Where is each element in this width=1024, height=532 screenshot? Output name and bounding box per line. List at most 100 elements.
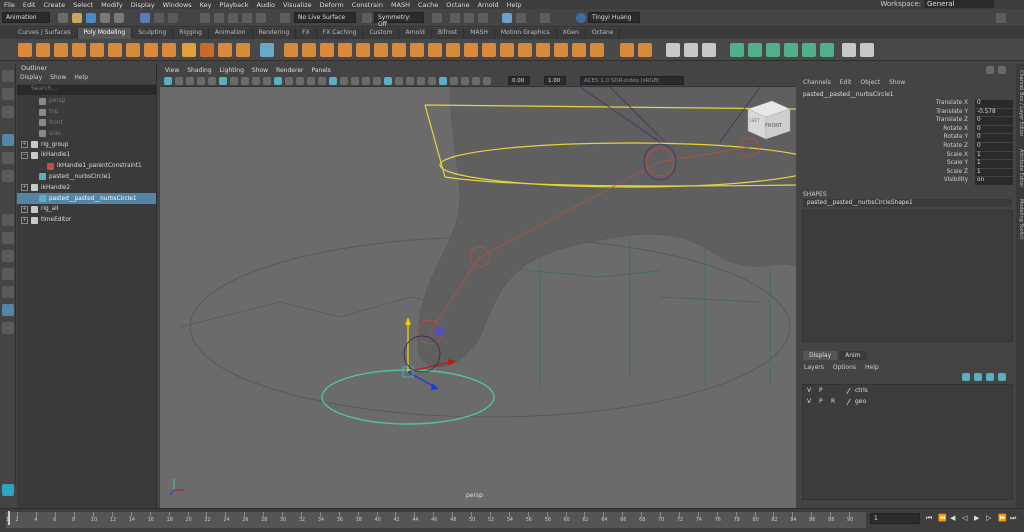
layer-v-toggle[interactable]: V <box>807 398 813 405</box>
viewport-scene[interactable]: FRONT LEFT persp <box>160 87 796 508</box>
poly-plane-icon[interactable] <box>108 43 122 57</box>
poly-platonic-icon[interactable] <box>144 43 158 57</box>
attribute-value-field[interactable]: 0 <box>975 143 1013 151</box>
render-frame-icon[interactable] <box>450 13 460 23</box>
rotate-tool-icon[interactable] <box>2 152 14 164</box>
viewport-toolbar-icon[interactable] <box>307 77 315 85</box>
attribute-value-field[interactable]: 0 <box>975 117 1013 125</box>
menu-visualize[interactable]: Visualize <box>279 1 316 9</box>
layer-color-swatch[interactable] <box>841 398 851 405</box>
viewport-toolbar-icon[interactable] <box>230 77 238 85</box>
channel-box-settings-icon[interactable] <box>986 66 994 74</box>
snap-point-icon[interactable] <box>228 13 238 23</box>
redo-icon[interactable] <box>114 13 124 23</box>
menu-mash[interactable]: MASH <box>387 1 414 9</box>
viewport-toolbar-icon[interactable] <box>450 77 458 85</box>
viewport-toolbar-icon[interactable] <box>318 77 326 85</box>
poly-sphere-icon[interactable] <box>18 43 32 57</box>
viewport-toolbar-icon[interactable] <box>296 77 304 85</box>
node-editor-layout-icon[interactable] <box>2 322 14 334</box>
type-icon[interactable] <box>218 43 232 57</box>
shelf-tab-rendering[interactable]: Rendering <box>253 28 297 39</box>
live-surface-field[interactable]: No Live Surface <box>294 12 356 23</box>
channel-box-menu-show[interactable]: Show <box>889 79 905 86</box>
viewport-toolbar-icon[interactable] <box>351 77 359 85</box>
soft-select-icon[interactable] <box>842 43 856 57</box>
viewport-toolbar-icon[interactable] <box>252 77 260 85</box>
play-forward-icon[interactable]: ▶ <box>974 514 983 523</box>
menu-edit[interactable]: Edit <box>19 1 40 9</box>
snap-grid-icon[interactable] <box>200 13 210 23</box>
shape-node-item[interactable]: pasted__pasted__nurbsCircleShape1 <box>803 199 1012 207</box>
side-tab-attribute-editor[interactable]: Attribute Editor <box>1016 149 1024 187</box>
menu-select[interactable]: Select <box>69 1 97 9</box>
attribute-value-field[interactable]: 1 <box>975 151 1013 160</box>
camera-based-uv-icon[interactable] <box>802 43 816 57</box>
paint-select-icon[interactable] <box>2 106 14 118</box>
channel-box-menu-object[interactable]: Object <box>860 79 880 86</box>
expand-toggle-icon[interactable]: + <box>21 205 28 213</box>
cylindrical-uv-icon[interactable] <box>748 43 762 57</box>
viewport-toolbar-icon[interactable] <box>483 77 491 85</box>
select-hierarchy-icon[interactable] <box>140 13 150 23</box>
shelf-tab-custom[interactable]: Custom <box>363 28 400 39</box>
bevel-icon[interactable] <box>410 43 424 57</box>
viewport-toolbar-icon[interactable] <box>274 77 282 85</box>
collapse-icon[interactable] <box>482 43 496 57</box>
bridge-icon[interactable] <box>392 43 406 57</box>
extrude-icon[interactable] <box>374 43 388 57</box>
sweep-mesh-icon[interactable] <box>200 43 214 57</box>
shelf-tab-sculpting[interactable]: Sculpting <box>132 28 174 39</box>
ipr-render-icon[interactable] <box>464 13 474 23</box>
expand-toggle-icon[interactable] <box>29 130 36 137</box>
viewport-menu-panels[interactable]: Panels <box>311 67 330 74</box>
outliner-row[interactable]: + rig_all <box>17 204 156 215</box>
outliner-menu-help[interactable]: Help <box>74 74 88 84</box>
menu-deform[interactable]: Deform <box>316 1 348 9</box>
spherical-uv-icon[interactable] <box>766 43 780 57</box>
layer-menu-options[interactable]: Options <box>833 364 856 371</box>
undo-icon[interactable] <box>100 13 110 23</box>
expand-toggle-icon[interactable]: + <box>21 141 28 149</box>
poly-cone-icon[interactable] <box>72 43 86 57</box>
current-time-marker[interactable] <box>8 511 10 525</box>
user-avatar-icon[interactable] <box>576 13 586 23</box>
attribute-value-field[interactable]: 0 <box>975 134 1013 142</box>
layer-tab-anim[interactable]: Anim <box>839 351 867 360</box>
automatic-uv-icon[interactable] <box>784 43 798 57</box>
step-back-icon[interactable]: ◀ <box>950 514 959 523</box>
menu-create[interactable]: Create <box>39 1 69 9</box>
scale-tool-icon[interactable] <box>2 170 14 182</box>
triangulate-icon[interactable] <box>536 43 550 57</box>
snap-live-icon[interactable] <box>256 13 266 23</box>
side-tab-channel-box-layer-editor[interactable]: Channel Box / Layer Editor <box>1016 70 1024 137</box>
attribute-value-field[interactable]: 1 <box>975 168 1013 177</box>
workspace-selector[interactable]: Workspace: General <box>880 0 994 8</box>
attribute-row[interactable]: Rotate Y 0 <box>800 134 1013 142</box>
viewport-toolbar-icon[interactable] <box>373 77 381 85</box>
viewport-toolbar-icon[interactable] <box>263 77 271 85</box>
reduce-icon[interactable] <box>572 43 586 57</box>
edge-loop-icon[interactable] <box>666 43 680 57</box>
viewport-menu-shading[interactable]: Shading <box>187 67 211 74</box>
outliner-menu-show[interactable]: Show <box>50 74 66 84</box>
shelf-tab-poly-modeling[interactable]: Poly Modeling <box>77 28 133 39</box>
menu-key[interactable]: Key <box>196 1 216 9</box>
render-settings-icon[interactable] <box>478 13 488 23</box>
separate-icon[interactable] <box>284 43 298 57</box>
poly-torus-icon[interactable] <box>90 43 104 57</box>
new-layer-selected-icon[interactable] <box>998 373 1006 381</box>
persp-outliner-layout-icon[interactable] <box>2 286 14 298</box>
viewport-toolbar-icon[interactable] <box>197 77 205 85</box>
fill-hole-icon[interactable] <box>428 43 442 57</box>
step-forward-icon[interactable]: ▷ <box>986 514 995 523</box>
svg-icon[interactable] <box>236 43 250 57</box>
viewport-toolbar-icon[interactable] <box>285 77 293 85</box>
poly-cube-icon[interactable] <box>36 43 50 57</box>
attribute-row[interactable]: Visibility on <box>800 177 1013 185</box>
expand-toggle-icon[interactable] <box>29 109 36 116</box>
outliner-row[interactable]: − ikHandle1 <box>17 150 156 161</box>
step-back-key-icon[interactable]: ⏪ <box>938 514 947 523</box>
poly-pyramid-icon[interactable] <box>162 43 176 57</box>
crease-icon[interactable] <box>702 43 716 57</box>
